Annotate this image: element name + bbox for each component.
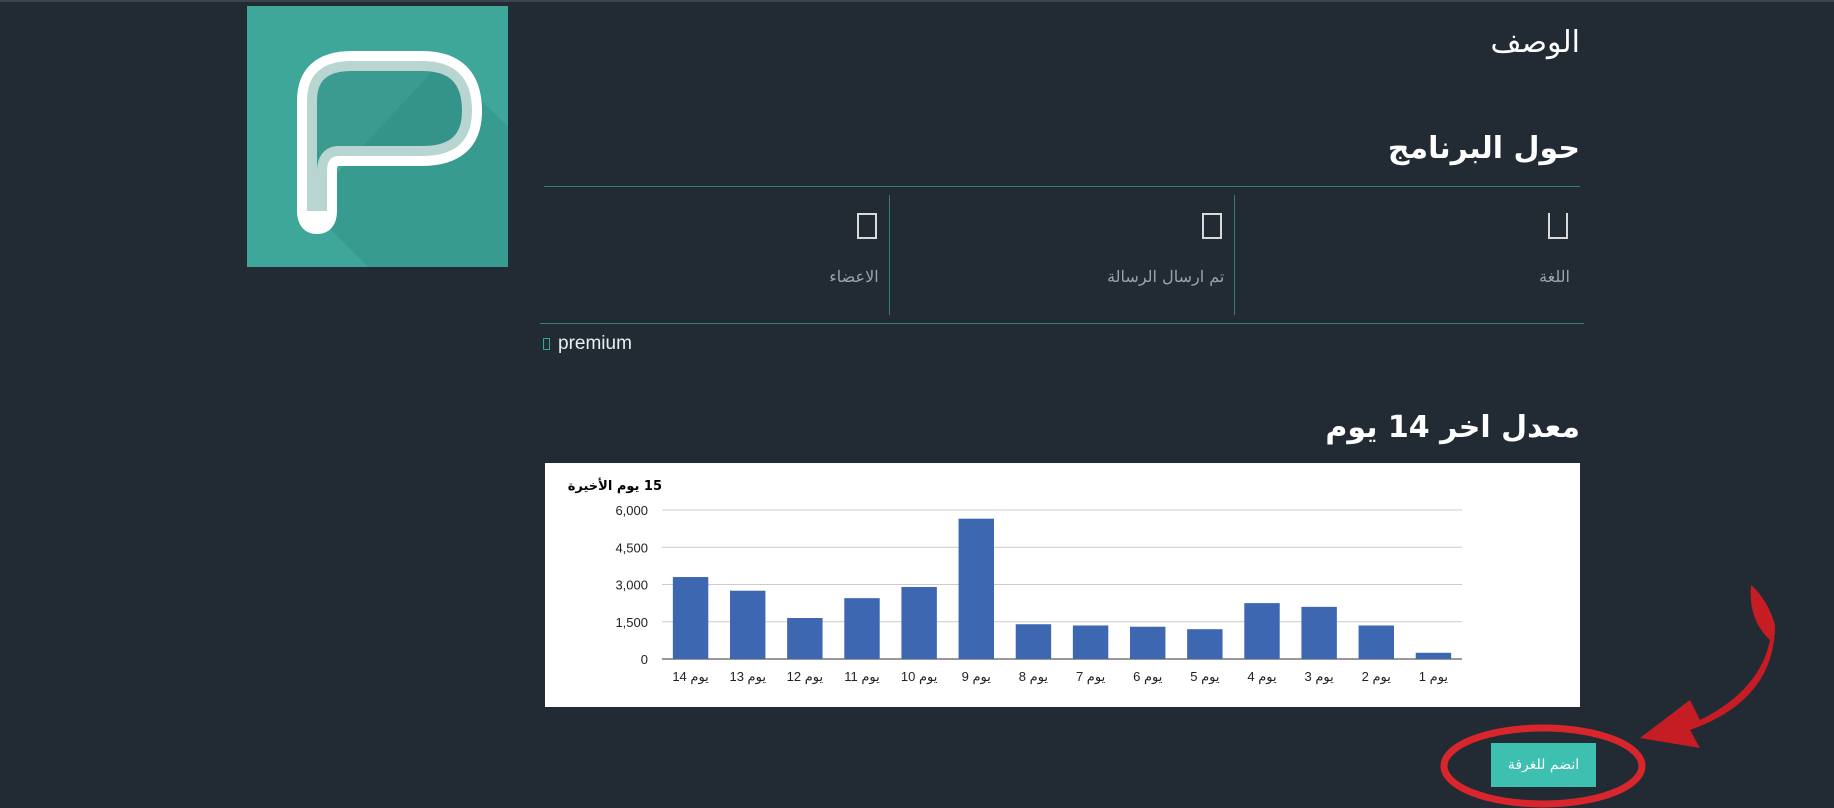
top-border bbox=[0, 0, 1834, 2]
stat-members: الاعضاء bbox=[544, 195, 890, 315]
stat-language: اللغة bbox=[1235, 195, 1580, 315]
description-heading: الوصف bbox=[1490, 25, 1580, 60]
empty-box-icon bbox=[1548, 213, 1568, 239]
x-tick-label: يوم 3 bbox=[1305, 669, 1335, 685]
x-tick-label: يوم 11 bbox=[844, 669, 880, 685]
stat-label-language: اللغة bbox=[1539, 267, 1570, 286]
x-tick-label: يوم 6 bbox=[1133, 669, 1163, 685]
x-tick-label: يوم 12 bbox=[787, 669, 824, 685]
chat-bubble-logo-icon bbox=[247, 6, 508, 267]
divider-top bbox=[544, 186, 1580, 187]
rate-heading: معدل اخر 14 يوم bbox=[1325, 410, 1580, 445]
chart-bar bbox=[672, 577, 709, 659]
chart-bar bbox=[1187, 629, 1223, 659]
x-tick-label: يوم 14 bbox=[672, 669, 709, 685]
activity-chart: 15 يوم الأخيرة 0 1,500 3,000 4,500 6,000 يوم … bbox=[545, 463, 1580, 707]
chart-bar bbox=[787, 618, 823, 659]
chart-title: 15 يوم الأخيرة bbox=[568, 477, 662, 494]
premium-label: premium bbox=[558, 333, 632, 354]
square-icon bbox=[543, 338, 550, 350]
stat-messages-sent: تم ارسال الرسالة bbox=[890, 195, 1236, 315]
empty-box-icon bbox=[856, 213, 877, 239]
join-room-button[interactable]: انضم للغرفة bbox=[1491, 743, 1596, 787]
chart-bar bbox=[1130, 626, 1166, 659]
chart-bar bbox=[901, 586, 937, 659]
stats-row: اللغة تم ارسال الرسالة الاعضاء bbox=[544, 195, 1580, 315]
x-tick-label: يوم 9 bbox=[962, 669, 992, 685]
y-tick-label: 4,500 bbox=[615, 540, 648, 555]
x-tick-label: يوم 13 bbox=[729, 669, 766, 685]
chart-bar bbox=[1244, 603, 1280, 659]
chart-bar bbox=[1015, 624, 1052, 659]
x-tick-label: يوم 8 bbox=[1019, 669, 1049, 685]
y-tick-label: 6,000 bbox=[615, 503, 648, 518]
x-tick-label: يوم 2 bbox=[1362, 669, 1392, 685]
chart-bar bbox=[1358, 625, 1394, 659]
x-tick-label: يوم 1 bbox=[1419, 669, 1449, 685]
chart-bar bbox=[1072, 625, 1109, 659]
app-logo bbox=[247, 6, 508, 267]
about-heading: حول البرنامج bbox=[1387, 131, 1580, 166]
x-tick-label: يوم 10 bbox=[901, 669, 938, 685]
empty-box-icon bbox=[1202, 213, 1223, 239]
divider-bottom bbox=[540, 323, 1584, 324]
y-tick-label: 0 bbox=[641, 652, 648, 667]
x-tick-label: يوم 5 bbox=[1190, 669, 1220, 685]
premium-badge: premium bbox=[543, 333, 632, 355]
chart-bar bbox=[1301, 606, 1337, 659]
chart-bar bbox=[844, 598, 880, 659]
red-arrow-icon bbox=[1640, 585, 1775, 748]
stat-label-messages: تم ارسال الرسالة bbox=[1107, 267, 1225, 286]
chart-bar bbox=[958, 518, 994, 659]
y-tick-label: 1,500 bbox=[615, 615, 648, 630]
x-tick-label: يوم 7 bbox=[1076, 669, 1106, 685]
stat-label-members: الاعضاء bbox=[829, 267, 879, 286]
y-tick-label: 3,000 bbox=[615, 578, 648, 593]
chart-bar bbox=[730, 590, 766, 659]
chart-bar bbox=[1415, 652, 1452, 659]
x-tick-label: يوم 4 bbox=[1247, 669, 1277, 685]
bar-chart: 15 يوم الأخيرة 0 1,500 3,000 4,500 6,000 يوم … bbox=[568, 477, 1462, 685]
